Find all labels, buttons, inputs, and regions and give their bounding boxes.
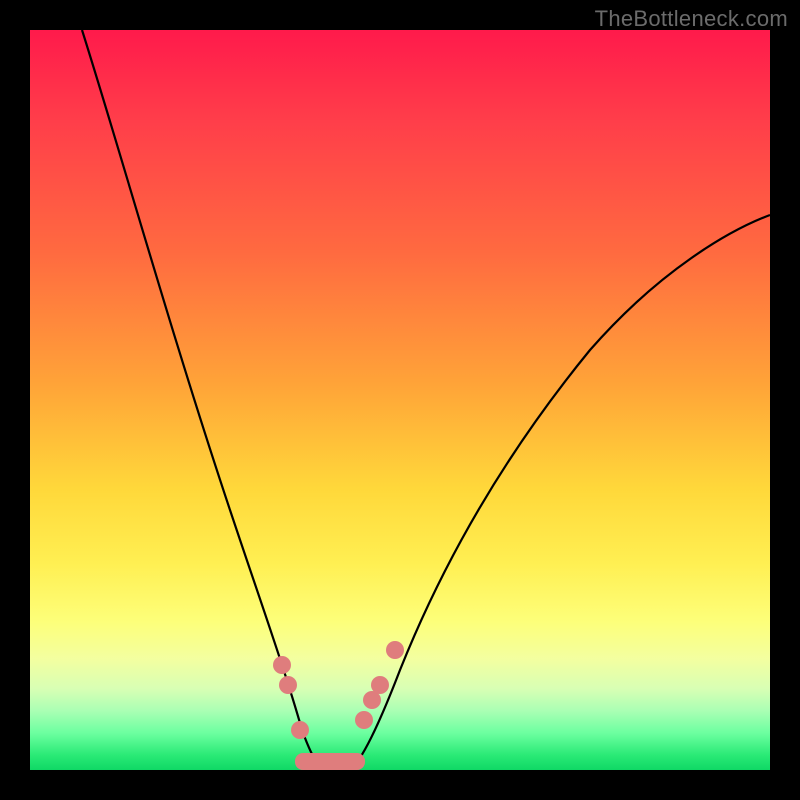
dot xyxy=(279,676,297,694)
dot xyxy=(355,711,373,729)
dot xyxy=(386,641,404,659)
highlight-dots-group xyxy=(273,641,404,739)
chart-svg xyxy=(30,30,770,770)
valley-band xyxy=(295,753,365,770)
right-curve-path xyxy=(350,215,770,770)
dot xyxy=(291,721,309,739)
plot-area xyxy=(30,30,770,770)
watermark-text: TheBottleneck.com xyxy=(595,6,788,32)
chart-frame: TheBottleneck.com xyxy=(0,0,800,800)
dot xyxy=(371,676,389,694)
dot xyxy=(273,656,291,674)
